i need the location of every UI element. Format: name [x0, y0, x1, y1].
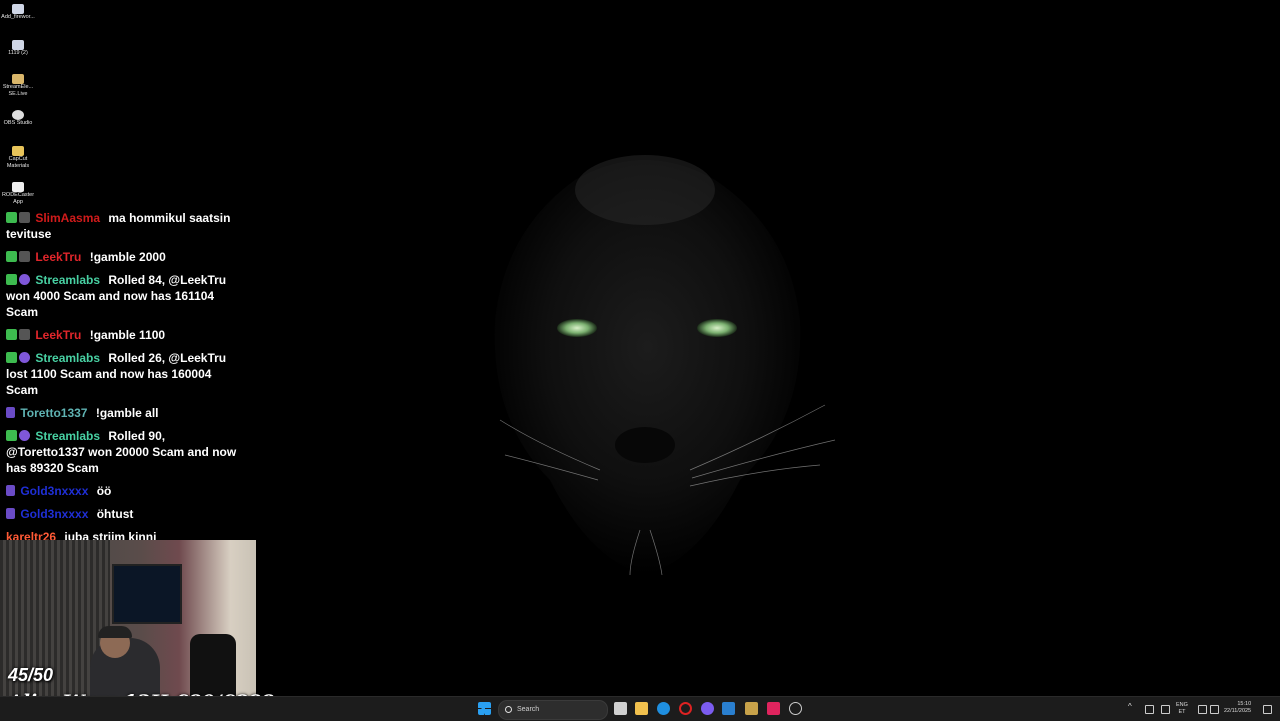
file-icon: [12, 4, 24, 14]
discord-icon[interactable]: [701, 702, 714, 715]
chat-username: Streamlabs: [35, 429, 101, 443]
windows-start-icon[interactable]: [478, 702, 491, 715]
steam-icon[interactable]: [722, 702, 735, 715]
streamer-cap: [98, 626, 132, 638]
desktop-icon-capcut-materials[interactable]: CapCut Materials: [0, 146, 36, 170]
chat-username: SlimAasma: [35, 211, 101, 225]
background-monitor: [112, 564, 182, 624]
desktop-icon-add-fireworks[interactable]: Add_firewor...: [0, 4, 36, 21]
file-explorer-icon[interactable]: [635, 702, 648, 715]
moderator-badge-icon: [6, 329, 17, 340]
moderator-badge-icon: [6, 274, 17, 285]
microphone-icon[interactable]: [1161, 705, 1170, 714]
chat-overlay: SlimAasma ma hommikul saatsin tevituse L…: [6, 210, 238, 552]
chat-message: Toretto1337 !gamble all: [6, 405, 238, 421]
chat-username: Streamlabs: [35, 351, 101, 365]
subscriber-badge-icon: [6, 485, 15, 496]
clock[interactable]: 15:10 22/11/2025: [1224, 701, 1251, 715]
chat-username: Streamlabs: [35, 273, 101, 287]
opera-icon[interactable]: [679, 702, 692, 715]
streamelements-icon[interactable]: [745, 702, 758, 715]
app-icon: [12, 74, 24, 84]
chat-text: !gamble 2000: [89, 250, 166, 264]
chair: [190, 634, 236, 696]
chat-username: Gold3nxxxx: [20, 484, 89, 498]
chat-username: Toretto1337: [20, 406, 88, 420]
desktop-icon-streamelements[interactable]: StreamEle... SE.Live: [0, 74, 36, 98]
network-icon[interactable]: [1145, 705, 1154, 714]
taskbar-search[interactable]: Search: [498, 700, 608, 720]
search-icon: [505, 706, 512, 713]
notifications-icon[interactable]: [1263, 705, 1272, 714]
desktop-icon-obs-studio[interactable]: OBS Studio: [0, 110, 36, 127]
badge-icon: [19, 251, 30, 262]
chevron-up-icon[interactable]: ^: [1128, 702, 1135, 711]
chat-message: SlimAasma ma hommikul saatsin tevituse: [6, 210, 238, 242]
chat-text: öö: [96, 484, 112, 498]
wifi-icon[interactable]: [1198, 705, 1207, 714]
verified-badge-icon: [19, 430, 30, 441]
chat-message: LeekTru !gamble 2000: [6, 249, 238, 265]
language-indicator[interactable]: ENG ET: [1176, 702, 1188, 716]
task-view-icon[interactable]: [614, 702, 627, 715]
chat-message: Streamlabs Rolled 84, @LeekTru won 4000 …: [6, 272, 238, 320]
chat-username: LeekTru: [35, 250, 82, 264]
chat-username: LeekTru: [35, 328, 82, 342]
moderator-badge-icon: [6, 212, 17, 223]
moderator-badge-icon: [6, 430, 17, 441]
taskbar: Search ^ ENG ET 15:10 22/11/2025: [0, 696, 1280, 721]
chat-message: LeekTru !gamble 1100: [6, 327, 238, 343]
moderator-badge-icon: [6, 352, 17, 363]
moderator-badge-icon: [6, 251, 17, 262]
file-icon: [12, 40, 24, 50]
verified-badge-icon: [19, 352, 30, 363]
obs-icon: [12, 110, 24, 120]
subscriber-badge-icon: [6, 508, 15, 519]
subscriber-badge-icon: [6, 407, 15, 418]
chat-message: Streamlabs Rolled 90, @Toretto1337 won 2…: [6, 428, 238, 476]
verified-badge-icon: [19, 274, 30, 285]
chat-text: öhtust: [96, 507, 134, 521]
chat-message: Streamlabs Rolled 26, @LeekTru lost 1100…: [6, 350, 238, 398]
chat-username: Gold3nxxxx: [20, 507, 89, 521]
chat-message: Gold3nxxxx öhtust: [6, 506, 238, 522]
speaker-icon[interactable]: [1210, 705, 1219, 714]
chat-text: !gamble 1100: [89, 328, 166, 342]
app-icon: [12, 182, 24, 192]
folder-icon: [12, 146, 24, 156]
tiktok-live-icon[interactable]: [767, 702, 780, 715]
chat-message: Gold3nxxxx öö: [6, 483, 238, 499]
desktop-icon-1119[interactable]: 1119 (2): [0, 40, 36, 57]
edge-icon[interactable]: [657, 702, 670, 715]
chat-text: !gamble all: [95, 406, 159, 420]
desktop-icon-rodecaster[interactable]: RODECaster App: [0, 182, 36, 206]
progress-counter: 45/50: [8, 665, 54, 685]
obs-taskbar-icon[interactable]: [789, 702, 802, 715]
badge-icon: [19, 329, 30, 340]
badge-icon: [19, 212, 30, 223]
